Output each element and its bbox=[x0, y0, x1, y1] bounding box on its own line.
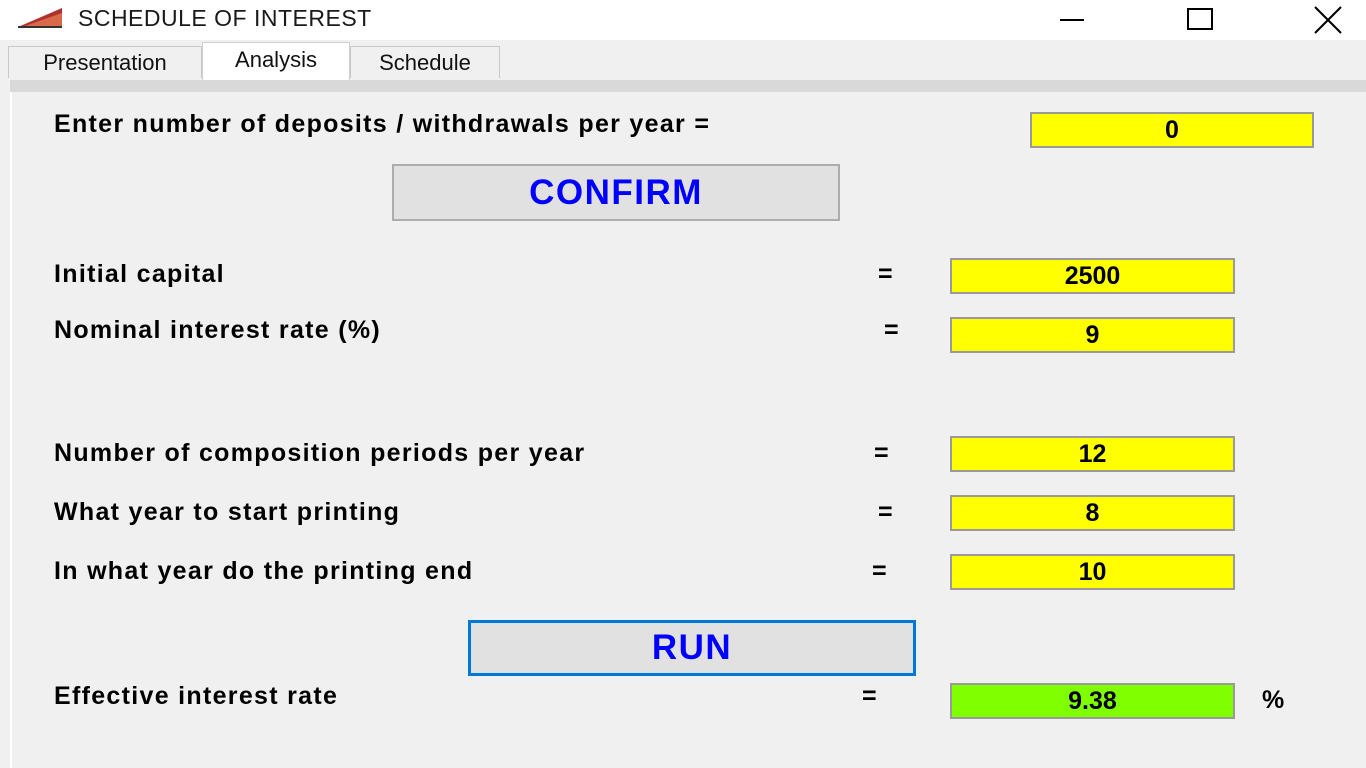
tab-schedule[interactable]: Schedule bbox=[350, 46, 500, 78]
title-bar[interactable]: SCHEDULE OF INTEREST bbox=[0, 0, 1366, 40]
tab-presentation[interactable]: Presentation bbox=[8, 46, 202, 78]
deposits-input[interactable]: 0 bbox=[1030, 112, 1314, 148]
tab-analysis[interactable]: Analysis bbox=[202, 42, 350, 80]
chart-icon bbox=[18, 6, 62, 28]
tab-divider bbox=[10, 80, 1366, 92]
run-button[interactable]: RUN bbox=[468, 620, 916, 676]
end-year-label: In what year do the printing end bbox=[54, 557, 474, 585]
close-button[interactable] bbox=[1296, 0, 1360, 40]
equals-sign: = bbox=[874, 439, 889, 467]
start-year-label: What year to start printing bbox=[54, 498, 401, 526]
equals-sign: = bbox=[884, 316, 899, 344]
confirm-button[interactable]: CONFIRM bbox=[392, 164, 840, 221]
start-year-input[interactable]: 8 bbox=[950, 495, 1235, 531]
analysis-panel: Enter number of deposits / withdrawals p… bbox=[10, 92, 1366, 768]
effective-rate-output: 9.38 bbox=[950, 683, 1235, 719]
deposits-label: Enter number of deposits / withdrawals p… bbox=[54, 110, 711, 138]
effective-rate-label: Effective interest rate bbox=[54, 682, 339, 710]
minimize-button[interactable] bbox=[1040, 0, 1104, 40]
equals-sign: = bbox=[872, 557, 887, 585]
minimize-icon bbox=[1060, 19, 1084, 21]
tab-strip: Presentation Analysis Schedule bbox=[0, 40, 1366, 80]
periods-label: Number of composition periods per year bbox=[54, 439, 586, 467]
nominal-rate-label: Nominal interest rate (%) bbox=[54, 316, 382, 344]
percent-sign: % bbox=[1262, 686, 1285, 714]
maximize-button[interactable] bbox=[1168, 0, 1232, 40]
periods-input[interactable]: 12 bbox=[950, 436, 1235, 472]
maximize-icon bbox=[1187, 8, 1213, 30]
equals-sign: = bbox=[862, 682, 877, 710]
initial-capital-label: Initial capital bbox=[54, 260, 225, 288]
end-year-input[interactable]: 10 bbox=[950, 554, 1235, 590]
close-icon bbox=[1314, 6, 1342, 34]
app-window: SCHEDULE OF INTEREST Presentation Analys… bbox=[0, 0, 1366, 768]
initial-capital-input[interactable]: 2500 bbox=[950, 258, 1235, 294]
equals-sign: = bbox=[878, 260, 893, 288]
equals-sign: = bbox=[878, 498, 893, 526]
nominal-rate-input[interactable]: 9 bbox=[950, 317, 1235, 353]
window-title: SCHEDULE OF INTEREST bbox=[78, 5, 372, 31]
